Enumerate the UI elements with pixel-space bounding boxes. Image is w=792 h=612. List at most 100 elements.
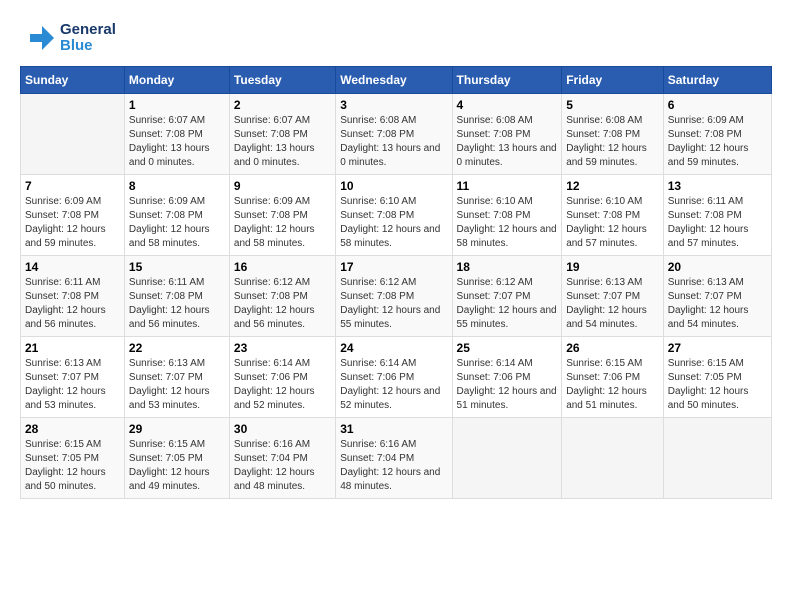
day-number: 4 [457, 98, 558, 112]
day-info: Sunrise: 6:08 AM Sunset: 7:08 PM Dayligh… [457, 114, 558, 170]
day-header-tuesday: Tuesday [229, 67, 335, 94]
day-number: 16 [234, 260, 331, 274]
calendar-cell: 25 Sunrise: 6:14 AM Sunset: 7:06 PM Dayl… [452, 337, 562, 418]
day-number: 20 [668, 260, 767, 274]
day-header-wednesday: Wednesday [336, 67, 452, 94]
calendar-cell: 5 Sunrise: 6:08 AM Sunset: 7:08 PM Dayli… [562, 94, 664, 175]
day-header-sunday: Sunday [21, 67, 125, 94]
calendar-week-row: 7 Sunrise: 6:09 AM Sunset: 7:08 PM Dayli… [21, 175, 772, 256]
day-info: Sunrise: 6:09 AM Sunset: 7:08 PM Dayligh… [129, 195, 225, 251]
calendar-cell: 20 Sunrise: 6:13 AM Sunset: 7:07 PM Dayl… [663, 256, 771, 337]
day-header-saturday: Saturday [663, 67, 771, 94]
day-info: Sunrise: 6:15 AM Sunset: 7:06 PM Dayligh… [566, 357, 659, 413]
calendar-cell: 19 Sunrise: 6:13 AM Sunset: 7:07 PM Dayl… [562, 256, 664, 337]
calendar-cell: 1 Sunrise: 6:07 AM Sunset: 7:08 PM Dayli… [124, 94, 229, 175]
calendar-cell: 17 Sunrise: 6:12 AM Sunset: 7:08 PM Dayl… [336, 256, 452, 337]
day-number: 6 [668, 98, 767, 112]
calendar-cell: 15 Sunrise: 6:11 AM Sunset: 7:08 PM Dayl… [124, 256, 229, 337]
day-info: Sunrise: 6:14 AM Sunset: 7:06 PM Dayligh… [340, 357, 447, 413]
calendar-cell: 21 Sunrise: 6:13 AM Sunset: 7:07 PM Dayl… [21, 337, 125, 418]
day-number: 13 [668, 179, 767, 193]
day-info: Sunrise: 6:08 AM Sunset: 7:08 PM Dayligh… [566, 114, 659, 170]
day-number: 25 [457, 341, 558, 355]
day-number: 18 [457, 260, 558, 274]
day-number: 19 [566, 260, 659, 274]
day-number: 15 [129, 260, 225, 274]
calendar-cell [452, 418, 562, 499]
day-number: 11 [457, 179, 558, 193]
day-number: 24 [340, 341, 447, 355]
calendar-cell: 28 Sunrise: 6:15 AM Sunset: 7:05 PM Dayl… [21, 418, 125, 499]
day-info: Sunrise: 6:16 AM Sunset: 7:04 PM Dayligh… [340, 438, 447, 494]
calendar-cell: 13 Sunrise: 6:11 AM Sunset: 7:08 PM Dayl… [663, 175, 771, 256]
calendar-cell: 8 Sunrise: 6:09 AM Sunset: 7:08 PM Dayli… [124, 175, 229, 256]
day-number: 26 [566, 341, 659, 355]
day-info: Sunrise: 6:14 AM Sunset: 7:06 PM Dayligh… [234, 357, 331, 413]
day-info: Sunrise: 6:11 AM Sunset: 7:08 PM Dayligh… [25, 276, 120, 332]
calendar-week-row: 28 Sunrise: 6:15 AM Sunset: 7:05 PM Dayl… [21, 418, 772, 499]
logo-blue: Blue [60, 38, 116, 55]
calendar-cell: 10 Sunrise: 6:10 AM Sunset: 7:08 PM Dayl… [336, 175, 452, 256]
day-info: Sunrise: 6:10 AM Sunset: 7:08 PM Dayligh… [566, 195, 659, 251]
day-info: Sunrise: 6:12 AM Sunset: 7:08 PM Dayligh… [234, 276, 331, 332]
day-info: Sunrise: 6:16 AM Sunset: 7:04 PM Dayligh… [234, 438, 331, 494]
logo: General Blue [20, 20, 116, 56]
calendar-cell: 7 Sunrise: 6:09 AM Sunset: 7:08 PM Dayli… [21, 175, 125, 256]
day-header-monday: Monday [124, 67, 229, 94]
calendar-cell: 26 Sunrise: 6:15 AM Sunset: 7:06 PM Dayl… [562, 337, 664, 418]
calendar-cell: 27 Sunrise: 6:15 AM Sunset: 7:05 PM Dayl… [663, 337, 771, 418]
day-info: Sunrise: 6:11 AM Sunset: 7:08 PM Dayligh… [129, 276, 225, 332]
calendar-week-row: 1 Sunrise: 6:07 AM Sunset: 7:08 PM Dayli… [21, 94, 772, 175]
day-header-thursday: Thursday [452, 67, 562, 94]
calendar-cell: 2 Sunrise: 6:07 AM Sunset: 7:08 PM Dayli… [229, 94, 335, 175]
day-number: 27 [668, 341, 767, 355]
day-number: 5 [566, 98, 659, 112]
calendar-cell: 23 Sunrise: 6:14 AM Sunset: 7:06 PM Dayl… [229, 337, 335, 418]
calendar-table: SundayMondayTuesdayWednesdayThursdayFrid… [20, 66, 772, 499]
day-info: Sunrise: 6:13 AM Sunset: 7:07 PM Dayligh… [129, 357, 225, 413]
day-info: Sunrise: 6:10 AM Sunset: 7:08 PM Dayligh… [457, 195, 558, 251]
day-info: Sunrise: 6:09 AM Sunset: 7:08 PM Dayligh… [25, 195, 120, 251]
day-header-friday: Friday [562, 67, 664, 94]
calendar-cell: 16 Sunrise: 6:12 AM Sunset: 7:08 PM Dayl… [229, 256, 335, 337]
calendar-cell: 4 Sunrise: 6:08 AM Sunset: 7:08 PM Dayli… [452, 94, 562, 175]
day-number: 12 [566, 179, 659, 193]
day-number: 30 [234, 422, 331, 436]
calendar-cell: 6 Sunrise: 6:09 AM Sunset: 7:08 PM Dayli… [663, 94, 771, 175]
calendar-cell: 9 Sunrise: 6:09 AM Sunset: 7:08 PM Dayli… [229, 175, 335, 256]
day-info: Sunrise: 6:09 AM Sunset: 7:08 PM Dayligh… [668, 114, 767, 170]
calendar-cell: 31 Sunrise: 6:16 AM Sunset: 7:04 PM Dayl… [336, 418, 452, 499]
day-info: Sunrise: 6:11 AM Sunset: 7:08 PM Dayligh… [668, 195, 767, 251]
day-number: 2 [234, 98, 331, 112]
logo-general: General [60, 22, 116, 39]
page-header: General Blue [20, 20, 772, 56]
day-number: 8 [129, 179, 225, 193]
day-info: Sunrise: 6:13 AM Sunset: 7:07 PM Dayligh… [668, 276, 767, 332]
day-info: Sunrise: 6:15 AM Sunset: 7:05 PM Dayligh… [129, 438, 225, 494]
day-number: 29 [129, 422, 225, 436]
calendar-cell: 22 Sunrise: 6:13 AM Sunset: 7:07 PM Dayl… [124, 337, 229, 418]
calendar-cell: 11 Sunrise: 6:10 AM Sunset: 7:08 PM Dayl… [452, 175, 562, 256]
day-number: 1 [129, 98, 225, 112]
day-number: 31 [340, 422, 447, 436]
calendar-cell: 24 Sunrise: 6:14 AM Sunset: 7:06 PM Dayl… [336, 337, 452, 418]
day-number: 3 [340, 98, 447, 112]
day-info: Sunrise: 6:10 AM Sunset: 7:08 PM Dayligh… [340, 195, 447, 251]
day-number: 14 [25, 260, 120, 274]
day-number: 17 [340, 260, 447, 274]
day-info: Sunrise: 6:13 AM Sunset: 7:07 PM Dayligh… [25, 357, 120, 413]
calendar-header-row: SundayMondayTuesdayWednesdayThursdayFrid… [21, 67, 772, 94]
day-info: Sunrise: 6:14 AM Sunset: 7:06 PM Dayligh… [457, 357, 558, 413]
day-info: Sunrise: 6:15 AM Sunset: 7:05 PM Dayligh… [668, 357, 767, 413]
day-info: Sunrise: 6:12 AM Sunset: 7:07 PM Dayligh… [457, 276, 558, 332]
calendar-cell: 14 Sunrise: 6:11 AM Sunset: 7:08 PM Dayl… [21, 256, 125, 337]
day-info: Sunrise: 6:07 AM Sunset: 7:08 PM Dayligh… [234, 114, 331, 170]
day-number: 22 [129, 341, 225, 355]
day-number: 23 [234, 341, 331, 355]
day-number: 9 [234, 179, 331, 193]
calendar-cell: 3 Sunrise: 6:08 AM Sunset: 7:08 PM Dayli… [336, 94, 452, 175]
day-number: 10 [340, 179, 447, 193]
day-info: Sunrise: 6:09 AM Sunset: 7:08 PM Dayligh… [234, 195, 331, 251]
calendar-cell [562, 418, 664, 499]
calendar-cell: 29 Sunrise: 6:15 AM Sunset: 7:05 PM Dayl… [124, 418, 229, 499]
